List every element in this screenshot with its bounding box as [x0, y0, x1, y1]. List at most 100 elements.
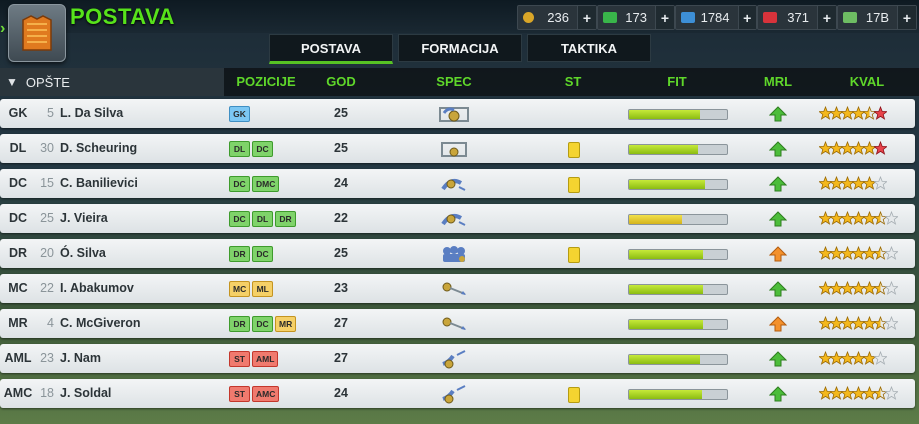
player-position: DR	[8, 246, 28, 260]
star-icon	[862, 385, 877, 406]
star-icon	[818, 385, 833, 406]
quality-stars	[818, 105, 888, 126]
column-god[interactable]: GOD	[320, 68, 362, 96]
star-half-icon	[873, 315, 888, 336]
star-icon	[818, 210, 833, 231]
quality-stars	[818, 315, 899, 336]
player-number: 30	[40, 141, 54, 155]
cash-icon	[603, 12, 617, 23]
star-icon	[862, 280, 877, 301]
medkit-value: 371	[787, 10, 809, 25]
column-fit[interactable]: FIT	[657, 68, 697, 96]
player-row[interactable]: DL 30 D. Scheuring DL DC 25	[0, 134, 915, 163]
player-name[interactable]: J. Soldal	[60, 379, 111, 408]
player-age: 27	[334, 316, 348, 330]
star-icon	[862, 140, 877, 161]
column-pozicije[interactable]: POZICIJE	[226, 68, 306, 96]
fitness-bar	[628, 319, 728, 330]
player-name[interactable]: D. Scheuring	[60, 134, 137, 163]
pass-icon	[434, 278, 474, 300]
quality-stars	[818, 210, 899, 231]
player-row[interactable]: MR 4 C. McGiveron DR DC MR 27	[0, 309, 915, 338]
position-badges: DC DMC	[229, 176, 280, 192]
star-red-icon	[873, 140, 888, 161]
morale-neutral-icon	[768, 316, 788, 332]
star-icon	[829, 245, 844, 266]
position-badge: DMC	[252, 176, 280, 192]
position-badge: AMC	[252, 386, 280, 402]
player-name[interactable]: I. Abakumov	[60, 274, 134, 303]
quality-stars	[818, 175, 888, 196]
add-cash-button[interactable]: +	[655, 6, 674, 29]
morale-up-icon	[768, 106, 788, 122]
position-badge: DL	[229, 141, 250, 157]
player-row[interactable]: MC 22 I. Abakumov MC ML 23	[0, 274, 915, 303]
player-row[interactable]: AMC 18 J. Soldal ST AMC 24	[0, 379, 915, 408]
column-mrl[interactable]: MRL	[758, 68, 798, 96]
star-icon	[818, 105, 833, 126]
add-energy-button[interactable]: +	[737, 6, 756, 29]
position-badge: ST	[229, 351, 250, 367]
player-row[interactable]: DC 15 C. Banilievici DC DMC 24	[0, 169, 915, 198]
star-icon	[840, 350, 855, 371]
player-row[interactable]: GK 5 L. Da Silva GK 25	[0, 99, 915, 128]
star-icon	[818, 315, 833, 336]
add-medkit-button[interactable]: +	[817, 6, 836, 29]
fitness-bar	[628, 389, 728, 400]
tab-taktika[interactable]: TAKTIKA	[527, 34, 651, 62]
fitness-bar-fill	[629, 320, 704, 329]
player-position: DL	[9, 141, 27, 155]
star-half-icon	[862, 105, 877, 126]
star-icon	[862, 315, 877, 336]
fitness-bar	[628, 284, 728, 295]
add-coins-button[interactable]: +	[577, 6, 596, 29]
star-icon	[829, 210, 844, 231]
star-icon	[829, 105, 844, 126]
morale-up-icon	[768, 351, 788, 367]
player-name[interactable]: J. Nam	[60, 344, 101, 373]
star-icon	[818, 280, 833, 301]
column-spec[interactable]: SPEC	[424, 68, 484, 96]
star-half-icon	[873, 385, 888, 406]
player-name[interactable]: L. Da Silva	[60, 99, 123, 128]
star-red-icon	[873, 105, 888, 126]
position-badges: GK	[229, 106, 250, 122]
column-header-row: ▼ OPŠTE POZICIJE GOD SPEC ST FIT MRL KVA…	[0, 68, 919, 96]
star-icon	[840, 175, 855, 196]
tab-postava[interactable]: POSTAVA	[269, 34, 393, 64]
player-age: 25	[334, 246, 348, 260]
player-name[interactable]: C. McGiveron	[60, 309, 141, 338]
club-logo-icon[interactable]	[8, 4, 66, 62]
pass-icon	[434, 313, 474, 335]
player-position: MR	[8, 316, 28, 330]
yellow-card-icon	[568, 247, 580, 263]
star-icon	[851, 210, 866, 231]
shot-icon	[434, 348, 474, 370]
back-arrow-icon[interactable]: ›	[0, 18, 8, 40]
player-name[interactable]: J. Vieira	[60, 204, 108, 233]
player-name[interactable]: Ó. Silva	[60, 239, 106, 268]
position-badge: AML	[252, 351, 279, 367]
section-dropdown[interactable]: ▼ OPŠTE	[0, 68, 224, 96]
star-half-icon	[873, 245, 888, 266]
fitness-bar	[628, 354, 728, 365]
position-badge: DC	[229, 211, 250, 227]
player-row[interactable]: DR 20 Ó. Silva DR DC 25	[0, 239, 915, 268]
quality-stars	[818, 385, 899, 406]
star-icon	[851, 245, 866, 266]
player-row[interactable]: AML 23 J. Nam ST AML 27	[0, 344, 915, 373]
coin-counter: 236 +	[517, 5, 597, 30]
star-icon	[851, 280, 866, 301]
player-age: 24	[334, 386, 348, 400]
position-badge: DC	[252, 141, 273, 157]
column-kval[interactable]: KVAL	[842, 68, 892, 96]
goalkeeper-icon	[434, 103, 474, 125]
energy-value: 1784	[700, 10, 730, 25]
column-st[interactable]: ST	[558, 68, 588, 96]
add-money-button[interactable]: +	[897, 6, 916, 29]
player-row[interactable]: DC 25 J. Vieira DC DL DR 22	[0, 204, 915, 233]
player-name[interactable]: C. Banilievici	[60, 169, 138, 198]
tab-formacija[interactable]: FORMACIJA	[398, 34, 522, 62]
morale-up-icon	[768, 176, 788, 192]
star-empty-icon	[884, 280, 899, 301]
